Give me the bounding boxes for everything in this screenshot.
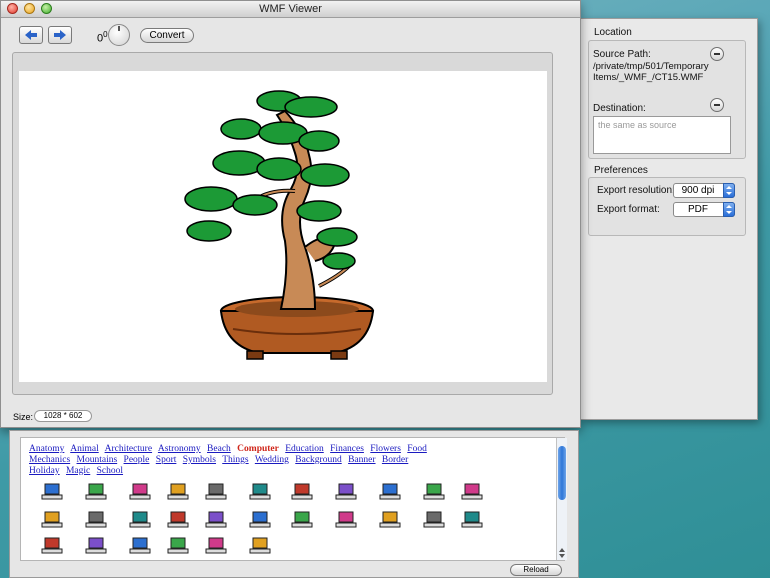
source-path-label: Source Path: bbox=[593, 49, 651, 60]
category-link-border[interactable]: Border bbox=[382, 455, 408, 465]
clipart-web-view: Anatomy Animal Architecture Astronomy Be… bbox=[20, 437, 565, 561]
destination-field[interactable]: the same as source bbox=[593, 116, 731, 154]
clipart-thumbnail[interactable] bbox=[289, 510, 313, 528]
category-link-wedding[interactable]: Wedding bbox=[255, 455, 289, 465]
clipart-thumbnail[interactable] bbox=[289, 482, 313, 500]
category-link-symbols[interactable]: Symbols bbox=[183, 455, 216, 465]
clipart-thumbnail[interactable] bbox=[39, 510, 63, 528]
category-links: Anatomy Animal Architecture Astronomy Be… bbox=[29, 444, 449, 477]
category-link-sport[interactable]: Sport bbox=[156, 455, 177, 465]
category-link-magic[interactable]: Magic bbox=[66, 466, 90, 476]
clipart-thumbnail[interactable] bbox=[165, 510, 189, 528]
source-path-value: /private/tmp/501/TemporaryItems/_WMF_/CT… bbox=[593, 61, 709, 83]
clipart-browser-window: Anatomy Animal Architecture Astronomy Be… bbox=[9, 430, 579, 578]
image-canvas bbox=[19, 71, 547, 382]
clipart-thumbnail[interactable] bbox=[127, 482, 151, 500]
bonsai-tree-image bbox=[184, 90, 375, 360]
rotation-knob[interactable] bbox=[108, 24, 130, 46]
preferences-drawer: Location Source Path: /private/tmp/501/T… bbox=[580, 18, 758, 420]
category-link-things[interactable]: Things bbox=[222, 455, 248, 465]
clipart-thumbnail[interactable] bbox=[377, 510, 401, 528]
export-format-label: Export format: bbox=[597, 204, 660, 215]
clipart-thumbnail[interactable] bbox=[127, 510, 151, 528]
clipart-thumbnail[interactable] bbox=[39, 482, 63, 500]
clipart-thumbnail[interactable] bbox=[203, 536, 227, 554]
rotation-unit: 0 bbox=[103, 30, 108, 39]
preferences-group-title: Preferences bbox=[594, 165, 648, 176]
title-bar[interactable]: WMF Viewer bbox=[1, 1, 580, 18]
clipart-thumbnail[interactable] bbox=[333, 482, 357, 500]
category-link-mountains[interactable]: Mountains bbox=[77, 455, 118, 465]
category-link-astronomy[interactable]: Astronomy bbox=[158, 444, 201, 454]
category-link-holiday[interactable]: Holiday bbox=[29, 466, 60, 476]
category-link-food[interactable]: Food bbox=[407, 444, 427, 454]
clipart-thumbnail[interactable] bbox=[203, 510, 227, 528]
clipart-thumbnail[interactable] bbox=[247, 510, 271, 528]
export-format-value: PDF bbox=[688, 204, 708, 215]
wmf-viewer-window: WMF Viewer 00 Convert Size: 1028 * 602 bbox=[0, 0, 581, 428]
clipart-thumbnail[interactable] bbox=[39, 536, 63, 554]
clipart-thumbnail[interactable] bbox=[165, 536, 189, 554]
clipart-thumbnail[interactable] bbox=[247, 482, 271, 500]
scroll-up-arrow-icon[interactable] bbox=[559, 548, 565, 552]
export-format-select[interactable]: PDF bbox=[673, 202, 735, 217]
toolbar: 00 Convert bbox=[1, 18, 580, 52]
left-arrow-icon bbox=[25, 30, 37, 40]
convert-button[interactable]: Convert bbox=[140, 28, 194, 43]
right-arrow-icon bbox=[54, 30, 66, 40]
clipart-thumbnail[interactable] bbox=[165, 482, 189, 500]
popup-arrows-icon bbox=[723, 202, 735, 217]
reload-button[interactable]: Reload bbox=[510, 564, 562, 576]
clear-destination-button[interactable] bbox=[710, 98, 724, 112]
category-link-people[interactable]: People bbox=[124, 455, 150, 465]
category-link-computer[interactable]: Computer bbox=[237, 444, 279, 454]
clipart-thumbnail[interactable] bbox=[83, 536, 107, 554]
clipart-thumbnail[interactable] bbox=[421, 510, 445, 528]
image-viewer-frame bbox=[12, 52, 553, 395]
clipart-thumbnail[interactable] bbox=[333, 510, 357, 528]
clipart-thumbnail[interactable] bbox=[83, 482, 107, 500]
back-button[interactable] bbox=[19, 26, 43, 44]
category-link-banner[interactable]: Banner bbox=[348, 455, 375, 465]
clipart-thumbnail[interactable] bbox=[83, 510, 107, 528]
clipart-thumbnail[interactable] bbox=[377, 482, 401, 500]
clipart-thumbnail[interactable] bbox=[247, 536, 271, 554]
clear-source-button[interactable] bbox=[710, 47, 724, 61]
category-link-background[interactable]: Background bbox=[295, 455, 341, 465]
clipart-thumbnail[interactable] bbox=[459, 482, 483, 500]
destination-label: Destination: bbox=[593, 103, 646, 114]
vertical-scrollbar[interactable] bbox=[556, 438, 567, 560]
forward-button[interactable] bbox=[48, 26, 72, 44]
export-resolution-select[interactable]: 900 dpi bbox=[673, 183, 735, 198]
category-link-beach[interactable]: Beach bbox=[207, 444, 231, 454]
popup-arrows-icon bbox=[723, 183, 735, 198]
clipart-thumbnail[interactable] bbox=[421, 482, 445, 500]
scroll-down-arrow-icon[interactable] bbox=[559, 554, 565, 558]
size-label: Size: bbox=[13, 412, 34, 422]
clipart-thumbnail[interactable] bbox=[203, 482, 227, 500]
size-value: 1028 * 602 bbox=[34, 410, 92, 422]
zoom-window-button[interactable] bbox=[41, 3, 52, 14]
category-link-mechanics[interactable]: Mechanics bbox=[29, 455, 70, 465]
category-link-flowers[interactable]: Flowers bbox=[370, 444, 401, 454]
category-link-school[interactable]: School bbox=[97, 466, 123, 476]
category-link-anatomy[interactable]: Anatomy bbox=[29, 444, 64, 454]
clipart-thumbnail[interactable] bbox=[127, 536, 151, 554]
minimize-window-button[interactable] bbox=[24, 3, 35, 14]
window-title: WMF Viewer bbox=[259, 3, 322, 15]
category-link-architecture[interactable]: Architecture bbox=[105, 444, 152, 454]
scroll-thumb[interactable] bbox=[558, 446, 566, 500]
clipart-thumbnail[interactable] bbox=[459, 510, 483, 528]
category-link-animal[interactable]: Animal bbox=[70, 444, 99, 454]
rotation-readout: 00 bbox=[97, 30, 108, 45]
preferences-group: Export resolution: 900 dpi Export format… bbox=[588, 177, 746, 236]
category-link-education[interactable]: Education bbox=[285, 444, 324, 454]
location-group-title: Location bbox=[594, 27, 632, 38]
export-resolution-value: 900 dpi bbox=[681, 185, 715, 196]
close-window-button[interactable] bbox=[7, 3, 18, 14]
export-resolution-label: Export resolution: bbox=[597, 185, 675, 196]
category-link-finances[interactable]: Finances bbox=[330, 444, 364, 454]
location-group: Source Path: /private/tmp/501/TemporaryI… bbox=[588, 40, 746, 159]
